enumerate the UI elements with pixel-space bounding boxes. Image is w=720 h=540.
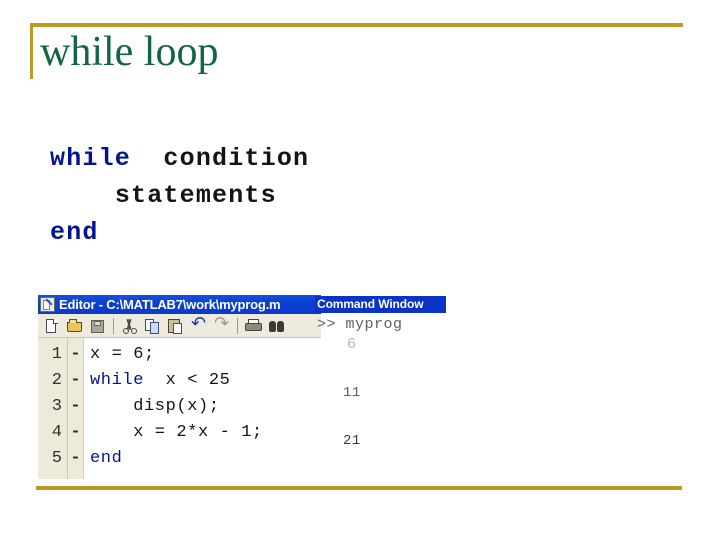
command-output-value: 6 [347,336,357,353]
syntax-condition-text: condition [163,144,310,173]
code-line: x = 2*x - 1; [90,420,321,446]
syntax-line-3: end [50,214,309,251]
syntax-statements-text: statements [114,181,277,210]
executable-line-mark[interactable]: - [68,446,83,472]
command-window-output[interactable]: >> myprog 6 11 21 [315,313,490,451]
code-text-area[interactable]: x = 6; while x < 25 disp(x); x = 2*x - 1… [84,338,321,479]
code-keyword: end [90,449,123,468]
toolbar-separator [113,317,114,334]
code-text: disp(x); [90,397,220,416]
output-spacer [315,355,490,383]
executable-line-mark[interactable]: - [68,368,83,394]
syntax-keyword-end: end [50,218,99,247]
code-text: x = 2*x - 1; [90,423,263,442]
code-text: x < 25 [144,371,231,390]
page-title: while loop [40,29,219,75]
code-keyword: while [90,371,145,390]
open-file-icon[interactable] [64,316,85,336]
command-output-value: 21 [343,433,361,449]
editor-titlebar[interactable]: Editor - C:\MATLAB7\work\myprog.m [38,295,321,314]
line-number-gutter: 1 2 3 4 5 [38,338,68,479]
executable-line-mark[interactable]: - [68,420,83,446]
toolbar-separator [237,317,238,334]
executable-line-mark[interactable]: - [68,394,83,420]
slide-left-rule [30,23,33,79]
cut-scissors-icon[interactable] [119,316,140,336]
copy-icon[interactable] [142,316,163,336]
slide-bottom-rule [36,486,682,490]
redo-arrow-icon[interactable] [211,314,232,336]
editor-title-text: Editor - C:\MATLAB7\work\myprog.m [59,297,281,312]
code-text: x = 6; [90,345,155,364]
line-number: 1 [51,345,62,364]
new-file-icon[interactable] [41,316,62,336]
syntax-line-1: while condition [50,140,309,177]
command-output-value: 11 [343,385,361,401]
output-spacer [315,403,490,431]
syntax-line-2: statements [50,177,309,214]
code-line: while x < 25 [90,368,321,394]
matlab-command-window[interactable]: Command Window >> myprog 6 11 21 [315,296,490,471]
syntax-keyword-while: while [50,144,132,173]
syntax-placeholder-condition [131,144,163,173]
command-prompt-line: >> myprog [317,316,403,333]
line-number: 4 [51,423,62,442]
save-file-icon[interactable] [87,316,108,336]
slide-canvas: while loop while condition statements end… [0,0,720,540]
line-number: 2 [51,371,62,390]
command-window-titlebar[interactable]: Command Window [315,296,446,313]
code-line: disp(x); [90,394,321,420]
executable-line-mark[interactable]: - [68,342,83,368]
line-number: 3 [51,397,62,416]
matlab-editor-window[interactable]: Editor - C:\MATLAB7\work\myprog.m 1 2 3 … [38,295,321,479]
paste-clipboard-icon[interactable] [165,316,186,336]
print-icon[interactable] [243,316,264,336]
code-line: end [90,446,321,472]
editor-toolbar[interactable] [38,314,321,338]
code-line: x = 6; [90,342,321,368]
undo-arrow-icon[interactable] [188,314,209,336]
editor-code-pane[interactable]: 1 2 3 4 5 - - - - - x = 6; while x < 25 … [38,338,321,479]
find-binoculars-icon[interactable] [266,316,287,336]
breakpoint-gutter[interactable]: - - - - - [68,338,84,479]
editor-document-pencil-icon [40,297,55,312]
while-syntax-template: while condition statements end [50,140,309,251]
line-number: 5 [51,449,62,468]
